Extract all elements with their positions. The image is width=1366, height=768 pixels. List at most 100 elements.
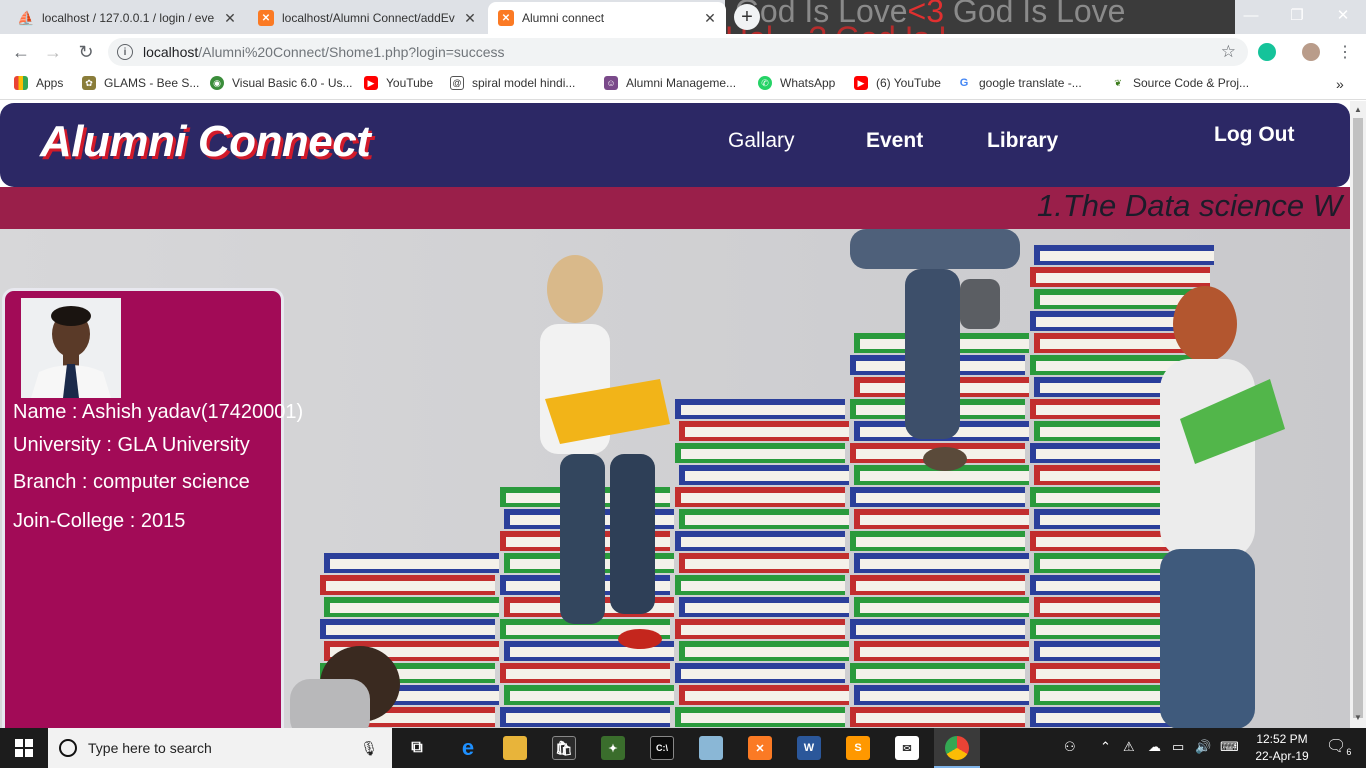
bookmark-spiral[interactable]: @ spiral model hindi... [450, 76, 575, 90]
bookmark-source-code[interactable]: ❦ Source Code & Proj... [1111, 76, 1249, 90]
taskbar-clock[interactable]: 12:52 PM 22-Apr-19 [1244, 731, 1320, 765]
profile-avatar[interactable] [1302, 43, 1320, 61]
grammarly-icon[interactable] [1258, 43, 1276, 61]
scroll-up-icon[interactable]: ▲ [1354, 105, 1362, 114]
book-pages [330, 603, 499, 613]
back-button[interactable]: ← [8, 39, 34, 65]
youtube-icon: ▶ [854, 76, 868, 90]
bookmark-google-translate[interactable]: G google translate -... [957, 76, 1082, 90]
book-pages [860, 691, 1029, 701]
book-pages [685, 559, 849, 569]
bookmark-glams[interactable]: ✿ GLAMS - Bee S... [82, 76, 199, 90]
new-tab-button[interactable]: + [734, 4, 760, 30]
bookmark-label: Visual Basic 6.0 - Us... [232, 76, 353, 90]
nav-library[interactable]: Library [987, 129, 1058, 153]
app-icon[interactable]: ✦ [601, 736, 625, 760]
bookmark-visual-basic[interactable]: ◉ Visual Basic 6.0 - Us... [210, 76, 353, 90]
marquee-text[interactable]: 1.The Data science W [1037, 188, 1342, 224]
close-icon[interactable]: ✕ [700, 10, 720, 27]
book-pages [856, 537, 1025, 547]
scroll-down-icon[interactable]: ▼ [1354, 713, 1362, 722]
bookmark-label: Apps [36, 76, 64, 90]
battery-icon[interactable]: ▭ [1172, 739, 1184, 755]
xampp-icon[interactable]: ✕ [748, 736, 772, 760]
book-pages [681, 493, 845, 503]
cmd-icon[interactable]: C:\ [650, 736, 674, 760]
globe-icon: ◉ [210, 76, 224, 90]
book-pages [510, 647, 674, 657]
notification-icon[interactable]: 🗨6 [1326, 736, 1351, 757]
minimize-button[interactable]: — [1228, 0, 1274, 30]
reload-button[interactable]: ↻ [73, 39, 99, 65]
book-pages [681, 581, 845, 591]
book-pages [685, 471, 849, 481]
bookmark-label: Alumni Manageme... [626, 76, 737, 90]
volume-icon[interactable]: 🔊 [1195, 739, 1211, 755]
taskbar-search[interactable]: Type here to search 🎙 [48, 728, 392, 768]
url-path: /Alumni%20Connect/Shome1.php?login=succe… [198, 44, 505, 60]
bookmark-youtube-6[interactable]: ▶ (6) YouTube [854, 76, 941, 90]
bookmark-whatsapp[interactable]: ✆ WhatsApp [758, 76, 835, 90]
logout-link[interactable]: Log Out [1214, 123, 1294, 147]
bookmark-youtube[interactable]: ▶ YouTube [364, 76, 433, 90]
scrollbar-thumb[interactable] [1353, 118, 1363, 718]
network-icon[interactable]: ⚠ [1123, 739, 1135, 755]
bookmark-label: spiral model hindi... [472, 76, 576, 90]
tab-title: localhost / 127.0.0.1 / login / eve [42, 11, 215, 25]
nav-event[interactable]: Event [866, 129, 923, 153]
profile-card: Name : Ashish yadav(17420001) University… [2, 288, 303, 728]
tab-alumni-connect[interactable]: ✕ Alumni connect ✕ [488, 2, 726, 34]
sublime-icon[interactable]: S [846, 736, 870, 760]
book-pages [860, 471, 1029, 481]
page-scrollbar[interactable]: ▲ ▼ [1350, 101, 1366, 728]
notification-count: 6 [1346, 747, 1352, 758]
bookmark-apps[interactable]: Apps [14, 76, 63, 90]
cloud-icon[interactable]: ☁ [1148, 739, 1161, 755]
address-bar[interactable]: i localhost/Alumni%20Connect/Shome1.php?… [108, 38, 1248, 66]
bookmark-star-icon[interactable]: ☆ [1221, 42, 1236, 62]
bookmark-alumni-management[interactable]: ☺ Alumni Manageme... [604, 76, 736, 90]
book-pages [860, 559, 1029, 569]
more-bookmarks-button[interactable]: » [1336, 76, 1344, 92]
site-logo[interactable]: Alumni Connect [40, 117, 371, 167]
start-button[interactable] [0, 728, 48, 768]
book-pages [681, 537, 845, 547]
close-window-button[interactable]: ✕ [1320, 0, 1366, 30]
book-pages [860, 647, 1029, 657]
nav-gallary[interactable]: Gallary [728, 129, 795, 153]
chrome-taskbar-active[interactable] [934, 728, 980, 768]
profile-name: Name : Ashish yadav(17420001) [13, 401, 304, 423]
people-icon[interactable]: ⚇ [1064, 739, 1076, 755]
tab-add-event[interactable]: ✕ localhost/Alumni Connect/addEv ✕ [248, 2, 486, 34]
task-view-icon[interactable]: ⧉ [405, 736, 429, 760]
file-explorer-icon[interactable] [503, 736, 527, 760]
tab-phpmyadmin[interactable]: ⛵ localhost / 127.0.0.1 / login / eve ✕ [8, 2, 246, 34]
keyboard-icon[interactable]: ⌨ [1220, 739, 1239, 755]
close-icon[interactable]: ✕ [220, 10, 240, 27]
microphone-icon[interactable]: 🎙 [360, 740, 378, 757]
google-icon: G [957, 76, 971, 90]
browser-titlebar: God Is Love<3 God Is Love Hel... ? God I… [0, 0, 1366, 34]
info-icon[interactable]: i [117, 44, 133, 60]
book-pages [681, 449, 845, 459]
book-pages [860, 515, 1029, 525]
book-pages [326, 625, 495, 635]
forward-button[interactable]: → [40, 39, 66, 65]
clock-time: 12:52 PM [1256, 732, 1308, 746]
browser-toolbar: ← → ↻ i localhost/Alumni%20Connect/Shome… [0, 34, 1366, 70]
xampp-icon: ✕ [258, 10, 274, 26]
chevron-up-icon[interactable]: ⌃ [1100, 739, 1111, 755]
url-text: localhost/Alumni%20Connect/Shome1.php?lo… [143, 44, 505, 60]
close-icon[interactable]: ✕ [460, 10, 480, 27]
mail-icon[interactable]: ✉ [895, 736, 919, 760]
book-pages [685, 515, 849, 525]
book-pages [860, 603, 1029, 613]
word-icon[interactable]: W [797, 736, 821, 760]
notes-icon[interactable] [699, 736, 723, 760]
menu-icon[interactable]: ⋮ [1332, 39, 1358, 65]
store-icon[interactable]: 🛍 [552, 736, 576, 760]
clock-date: 22-Apr-19 [1255, 749, 1309, 763]
restore-button[interactable]: ❐ [1274, 0, 1320, 30]
edge-icon[interactable]: e [456, 735, 480, 760]
bee-icon: ✿ [82, 76, 96, 90]
